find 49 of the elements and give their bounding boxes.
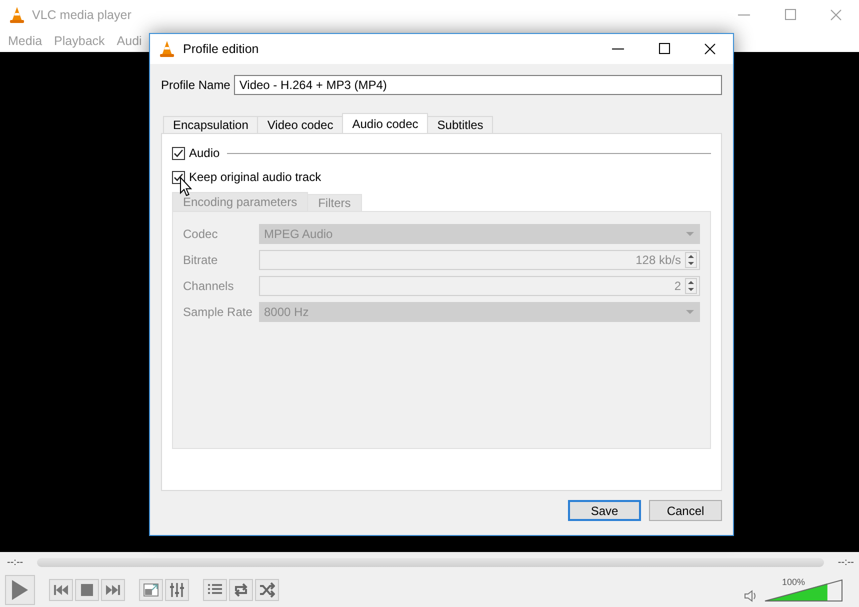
spin-arrows-icon (685, 252, 697, 268)
loop-icon (233, 582, 249, 598)
elapsed-time: --:-- (7, 556, 24, 568)
dropdown-arrow-icon (685, 309, 695, 315)
equalizer-button[interactable] (165, 578, 189, 600)
dialog-title: Profile edition (183, 42, 260, 56)
checkbox-label: Keep original audio track (189, 170, 322, 184)
shuffle-icon (259, 582, 275, 598)
playlist-button[interactable] (203, 578, 227, 600)
checkbox[interactable] (172, 170, 185, 184)
tab[interactable]: Encapsulation (163, 116, 258, 133)
profile-name-field[interactable]: Video - H.264 + MP3 (MP4) (234, 75, 722, 95)
dialog-button[interactable]: Save (568, 500, 641, 521)
field-label: Codec (183, 227, 219, 241)
field-label: Profile Name (161, 78, 230, 92)
field-label: Bitrate (183, 253, 219, 267)
volume-slider[interactable] (764, 578, 844, 602)
field-label: Channels (183, 279, 235, 293)
tab[interactable]: Audio codec (342, 113, 428, 133)
loop-button[interactable] (229, 578, 253, 600)
checkbox[interactable] (172, 146, 185, 160)
tab[interactable]: Encoding parameters (172, 192, 308, 211)
fullscreen-icon (143, 582, 159, 598)
cone-icon (159, 40, 175, 58)
shuffle-button[interactable] (255, 578, 279, 600)
remaining-time: --:-- (838, 556, 854, 568)
field-label: Sample Rate (183, 305, 254, 319)
sliders-icon (169, 582, 185, 598)
menu-item[interactable]: Playback (48, 34, 111, 48)
play-button[interactable] (5, 574, 35, 604)
menu-item[interactable]: Media (2, 34, 48, 48)
cone-icon (9, 6, 25, 24)
checkbox-label: Audio (189, 146, 220, 160)
spin-arrows-icon (685, 278, 697, 294)
fullscreen-button[interactable] (139, 578, 163, 600)
stop-icon (79, 582, 95, 598)
window-title: VLC media player (32, 8, 132, 22)
play-icon (12, 580, 28, 600)
tab[interactable]: Filters (307, 194, 362, 211)
speaker-icon (744, 588, 758, 602)
dialog-button[interactable]: Cancel (649, 500, 722, 521)
tab[interactable]: Subtitles (427, 116, 494, 133)
previous-button[interactable] (49, 578, 73, 600)
volume-reading: 100% (782, 576, 806, 586)
next-button[interactable] (101, 578, 125, 600)
stop-button[interactable] (75, 578, 99, 600)
mouse-cursor-icon (180, 177, 192, 196)
dropdown-arrow-icon (685, 231, 695, 237)
menu-item[interactable]: Audi (110, 34, 148, 48)
